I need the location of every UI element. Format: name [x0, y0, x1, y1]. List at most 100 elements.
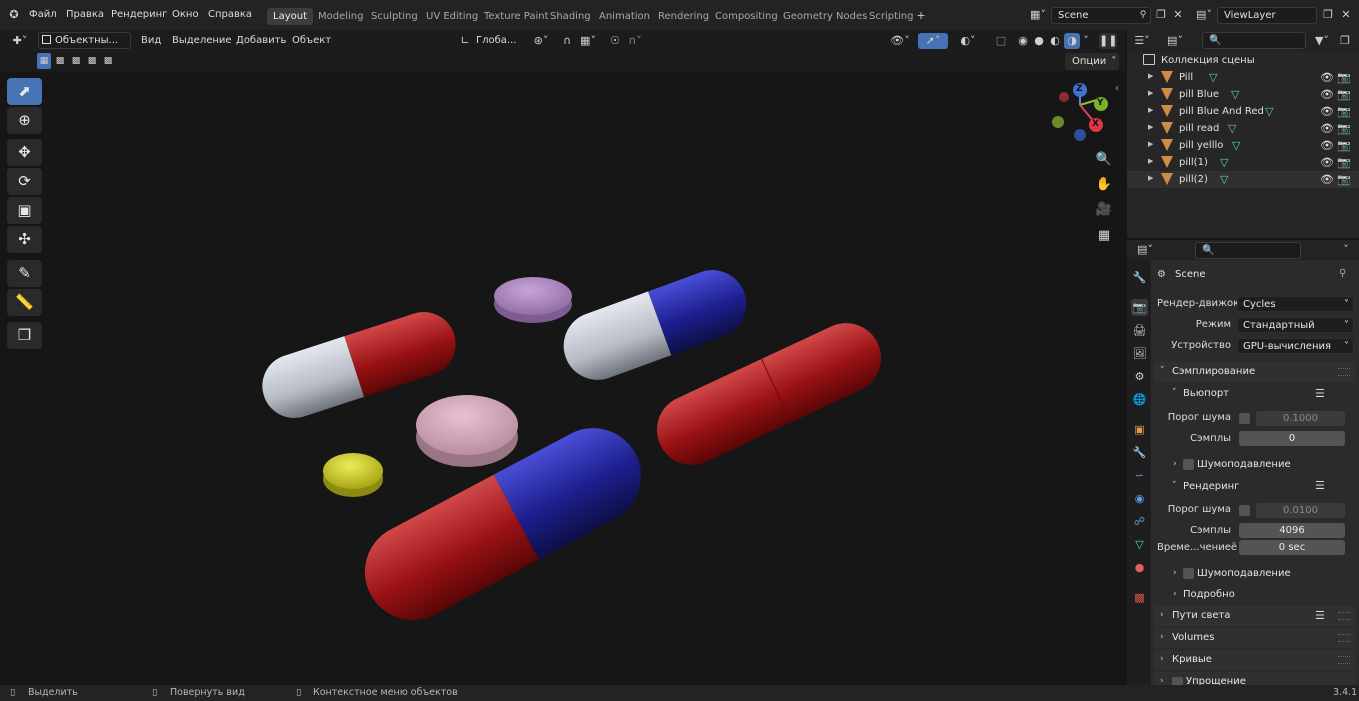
render-noise-threshold-field[interactable]: 0.0100 [1256, 503, 1345, 518]
eye-icon[interactable]: 👁 [1320, 122, 1334, 135]
outliner-search-input[interactable]: 🔍 [1202, 32, 1306, 49]
render-engine-dropdown[interactable]: Cycles ˅ [1237, 296, 1354, 312]
options-dropdown[interactable]: Опции ˅ [1065, 53, 1119, 70]
cursor-tool[interactable]: ⊕ [7, 107, 42, 134]
presets-list-icon[interactable]: ☰ [1315, 609, 1325, 622]
visibility-icon[interactable]: 👁˅ [888, 33, 912, 49]
sidebar-toggle-icon[interactable]: ‹ [1115, 83, 1119, 94]
tab-sculpting[interactable]: Sculpting [365, 8, 424, 25]
scene-selector-icon[interactable]: ▦˅ [1027, 7, 1049, 23]
render-tab-icon[interactable]: 📷 [1131, 299, 1148, 316]
select-mode-extend-icon[interactable]: ▩ [53, 53, 67, 69]
tab-scripting[interactable]: Scripting [863, 8, 919, 25]
filter-icon[interactable]: ▼˅ [1311, 33, 1333, 49]
properties-options-icon[interactable]: ˅ [1339, 242, 1353, 258]
texture-tab-icon[interactable]: ▩ [1131, 589, 1148, 606]
menu-edit[interactable]: Правка [66, 9, 104, 20]
menu-render[interactable]: Рендеринг [111, 9, 167, 20]
delete-scene-icon[interactable]: ✕ [1171, 7, 1185, 23]
new-scene-icon[interactable]: ❐ [1154, 7, 1168, 23]
eye-icon[interactable]: 👁 [1320, 71, 1334, 84]
physics-tab-icon[interactable]: ◉ [1131, 490, 1148, 507]
outliner-row-pill-blue-and-red[interactable]: ▶ pill Blue And Red ▽ 👁 📷 [1127, 103, 1359, 120]
viewport-noise-threshold-field[interactable]: 0.1000 [1256, 411, 1345, 426]
light-paths-panel-header[interactable]: › Пути света ☰ [1154, 606, 1356, 626]
presets-list-icon[interactable]: ☰ [1315, 479, 1325, 492]
viewport-samples-field[interactable]: 0 [1239, 431, 1345, 446]
world-tab-icon[interactable]: 🌐 [1131, 391, 1148, 408]
advanced-expand-icon[interactable]: › [1173, 589, 1177, 599]
properties-search-input[interactable]: 🔍 [1195, 242, 1301, 259]
eye-icon[interactable]: 👁 [1320, 139, 1334, 152]
expand-arrow-icon[interactable]: ▶ [1148, 89, 1153, 97]
menu-file[interactable]: Файл [29, 9, 57, 20]
camera-icon[interactable]: 📷 [1337, 122, 1351, 135]
volumes-panel-header[interactable]: › Volumes [1154, 628, 1356, 648]
pause-render-icon[interactable]: ❚❚ [1099, 33, 1117, 49]
camera-icon[interactable]: 📷 [1337, 88, 1351, 101]
tab-uv-editing[interactable]: UV Editing [420, 8, 484, 25]
particles-tab-icon[interactable]: ∽ [1131, 467, 1148, 484]
outliner-row-pill-blue[interactable]: ▶ pill Blue ▽ 👁 📷 [1127, 86, 1359, 103]
presets-list-icon[interactable]: ☰ [1315, 387, 1325, 400]
menu-select[interactable]: Выделение [172, 35, 232, 46]
expand-arrow-icon[interactable]: ▶ [1148, 174, 1153, 182]
shading-material-icon[interactable]: ◐ [1048, 33, 1062, 49]
select-mode-intersect-icon[interactable]: ▩ [101, 53, 115, 69]
tool-tab-icon[interactable]: 🔧 [1131, 269, 1148, 286]
select-mode-invert-icon[interactable]: ▩ [85, 53, 99, 69]
constraints-tab-icon[interactable]: ☍ [1131, 513, 1148, 530]
add-cube-tool[interactable]: ❒ [7, 322, 42, 349]
display-mode-icon[interactable]: ▤˅ [1163, 33, 1187, 49]
delete-view-layer-icon[interactable]: ✕ [1339, 7, 1353, 23]
tab-layout[interactable]: Layout [267, 8, 313, 25]
eye-icon[interactable]: 👁 [1320, 105, 1334, 118]
select-box-tool[interactable]: ⬈ [7, 78, 42, 105]
outliner-row-pill-2[interactable]: ▶ pill(2) ▽ 👁 📷 [1127, 171, 1359, 188]
transform-orientation-icon[interactable]: ∟ [458, 33, 472, 49]
menu-view[interactable]: Вид [141, 35, 161, 46]
outliner-row-pill[interactable]: ▶ Pill ▽ 👁 📷 [1127, 69, 1359, 86]
device-dropdown[interactable]: GPU-вычисления ˅ [1237, 338, 1354, 354]
render-denoise-expand-icon[interactable]: › [1173, 568, 1177, 578]
scene-tab-icon[interactable]: ⚙ [1131, 368, 1148, 385]
mode-selector[interactable]: Объектны... [38, 32, 131, 49]
camera-icon[interactable]: 📷 [1337, 105, 1351, 118]
menu-help[interactable]: Справка [208, 9, 252, 20]
render-noise-threshold-checkbox[interactable] [1239, 505, 1250, 516]
pin-icon[interactable]: ⚲ [1339, 268, 1346, 279]
properties-editor-type-icon[interactable]: ▤˅ [1133, 242, 1157, 258]
camera-icon[interactable]: 📷 [1337, 156, 1351, 169]
blender-logo-icon[interactable]: ✪ [6, 7, 22, 23]
expand-arrow-icon[interactable]: ▶ [1148, 157, 1153, 165]
ortho-grid-icon[interactable]: ▦ [1094, 226, 1114, 246]
measure-tool[interactable]: 📏 [7, 289, 42, 316]
mode-dropdown[interactable]: Стандартный ˅ [1237, 317, 1354, 333]
time-limit-field[interactable]: 0 sec [1239, 540, 1345, 555]
eye-icon[interactable]: 👁 [1320, 88, 1334, 101]
menu-add[interactable]: Добавить [236, 35, 286, 46]
tab-modeling[interactable]: Modeling [312, 8, 370, 25]
data-tab-icon[interactable]: ▽ [1131, 536, 1148, 553]
editor-type-icon[interactable]: ✚˅ [8, 33, 32, 49]
simplify-panel-header[interactable]: › Упрощение [1154, 672, 1356, 685]
select-mode-new-icon[interactable]: ▦ [37, 53, 51, 69]
camera-icon[interactable]: 📷 [1337, 173, 1351, 186]
select-mode-subtract-icon[interactable]: ▩ [69, 53, 83, 69]
outliner-row-pill-1[interactable]: ▶ pill(1) ▽ 👁 📷 [1127, 154, 1359, 171]
scale-tool[interactable]: ▣ [7, 197, 42, 224]
gizmo-toggle-icon[interactable]: ➚˅ [918, 33, 948, 49]
camera-icon[interactable]: 📷 [1337, 139, 1351, 152]
shading-solid-icon[interactable]: ● [1032, 33, 1046, 49]
shading-rendered-icon[interactable]: ◑ [1064, 33, 1080, 49]
view-layer-tab-icon[interactable]: 🖼 [1131, 345, 1148, 362]
pan-hand-icon[interactable]: ✋ [1094, 175, 1114, 195]
transform-tool[interactable]: ✣ [7, 226, 42, 253]
outliner-row-pill-yelllo[interactable]: ▶ pill yelllo ▽ 👁 📷 [1127, 137, 1359, 154]
eye-icon[interactable]: 👁 [1320, 156, 1334, 169]
zoom-icon[interactable]: 🔍 [1094, 150, 1114, 170]
pivot-point-icon[interactable]: ⊛˅ [530, 33, 552, 49]
viewport-expand-icon[interactable]: ˅ [1172, 388, 1177, 398]
shading-wireframe-icon[interactable]: ◉ [1016, 33, 1030, 49]
curves-panel-header[interactable]: › Кривые [1154, 650, 1356, 670]
